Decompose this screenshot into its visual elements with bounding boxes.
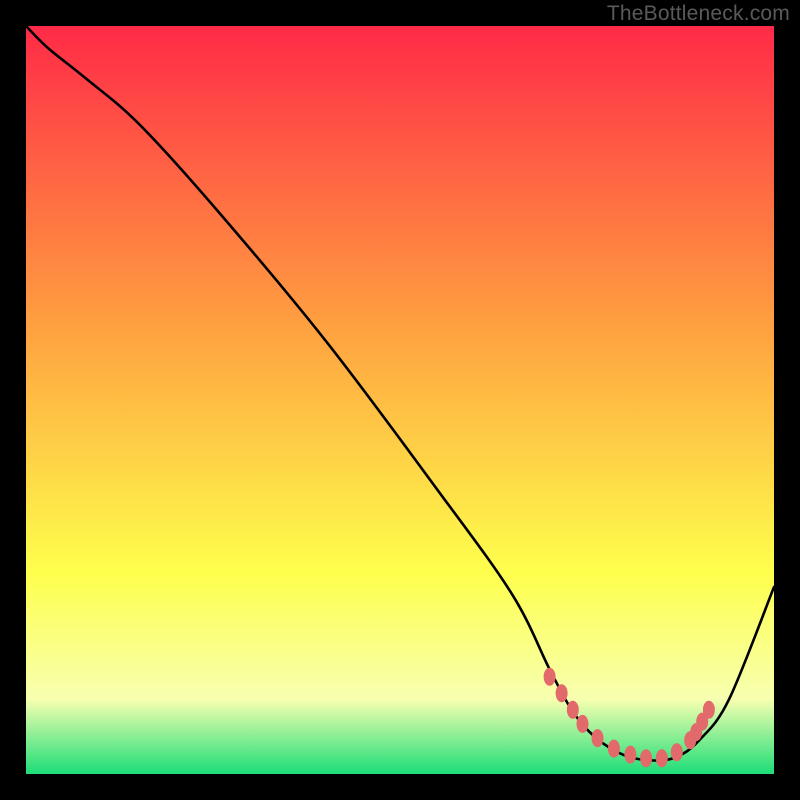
optimal-dot [671,743,683,761]
optimal-dots-layer [26,26,774,774]
optimal-dot [567,701,579,719]
outer-frame: TheBottleneck.com [0,0,800,800]
optimal-dot [640,749,652,767]
optimal-range-dots [544,668,715,768]
optimal-dot [608,740,620,758]
plot-area [26,26,774,774]
optimal-dot [703,701,715,719]
optimal-dot [577,715,589,733]
watermark-text: TheBottleneck.com [607,2,790,26]
optimal-dot [556,684,568,702]
optimal-dot [544,668,556,686]
optimal-dot [592,729,604,747]
optimal-dot [624,746,636,764]
optimal-dot [656,749,668,767]
